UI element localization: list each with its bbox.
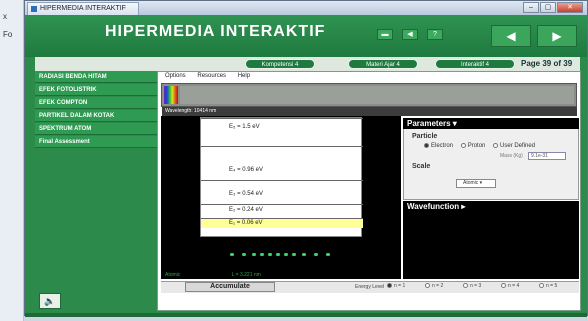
radio-n5[interactable]: n = 5 [539,283,557,289]
parameters-header[interactable]: Parameters ▾ [403,118,579,129]
window-title: HIPERMEDIA INTERAKTIF [40,5,126,12]
scale-select[interactable]: Atomic ▾ [456,179,496,188]
radio-n3[interactable]: n = 3 [463,283,481,289]
menu-help[interactable]: Help [238,73,250,79]
spectrum-track[interactable] [180,86,574,104]
window-titlebar: HIPERMEDIA INTERAKTIF – ▢ ✕ [25,1,587,15]
energy-level-3[interactable]: E₃ = 0.54 eV [201,180,363,204]
energy-level-2[interactable]: E₂ = 0.24 eV [201,204,363,218]
prev-page-button[interactable]: ◀ [491,25,531,47]
particle-label: Particle [412,133,438,140]
desktop-label: x [3,12,7,21]
wavelength-readout: Wavelength: 10414 nm [162,107,577,116]
app-title: HIPERMEDIA INTERAKTIF [105,23,326,40]
sidebar-item-final-assessment[interactable]: Final Assessment [35,136,157,148]
energy-level-label: E₅ = 1.5 eV [229,124,260,130]
header-back-button[interactable]: ◀ [402,29,418,40]
desktop-left-strip: x Fo [0,0,24,321]
desktop-label: Fo [3,30,13,39]
energy-level-label: E₃ = 0.54 eV [229,191,263,197]
energy-level-5[interactable]: E₅ = 1.5 eV [201,118,363,146]
interaktif-button[interactable]: Interaktif 4 [435,59,515,69]
sidebar-item-partikel-dalam-kotak[interactable]: PARTIKEL DALAM KOTAK [35,110,157,122]
app-icon [31,6,37,12]
app-window: HIPERMEDIA INTERAKTIF – ▢ ✕ HIPERMEDIA I… [24,0,588,317]
radio-n4[interactable]: n = 4 [501,283,519,289]
window-controls: – ▢ ✕ [523,2,583,14]
kompetensi-button[interactable]: Kompetensi 4 [245,59,315,69]
scale-readout: Atomic [165,272,181,278]
spectrum-slider[interactable] [161,83,577,107]
radio-user-defined[interactable]: User Defined [493,143,535,149]
accumulate-button[interactable]: Accumulate [185,282,275,292]
window-bottom-border [25,313,587,317]
radio-proton[interactable]: Proton [460,143,485,149]
energy-level-label: E₂ = 0.24 eV [229,207,263,213]
sim-statusbar: Atomic L = 3.221 nm [161,271,401,279]
mass-input[interactable]: 9.1e-31 [528,152,566,160]
energy-level-label: E₄ = 0.96 eV [229,167,263,173]
scale-label: Scale [412,163,431,170]
mass-label: Mass (Kg) [500,153,523,159]
speaker-icon[interactable]: 🔈 [39,293,61,309]
page-indicator: Page 39 of 39 [521,59,573,68]
length-readout: L = 3.221 nm [231,272,261,278]
emission-spots [230,253,330,257]
minimize-button[interactable]: – [523,2,539,13]
close-button[interactable]: ✕ [557,2,583,13]
particle-options: Electron Proton User Defined [424,143,535,149]
spectrum-color-bar [164,86,178,104]
energy-level-4[interactable]: E₄ = 0.96 eV [201,146,363,180]
sidebar-item-radiasi-benda-hitam[interactable]: RADIASI BENDA HITAM [35,71,157,83]
energy-level-label: Energy Level [355,284,385,290]
menu-resources[interactable]: Resources [197,73,226,79]
wavefunction-header[interactable]: Wavefunction ▸ [403,201,579,212]
sidebar-item-spektrum-atom[interactable]: SPEKTRUM ATOM [35,123,157,135]
wavefunction-panel [403,212,579,279]
parameters-panel: Particle Electron Proton User Defined Ma… [403,118,579,200]
materi-ajar-button[interactable]: Materi Ajar 4 [348,59,418,69]
sim-menubar: Options Resources Help [165,73,260,79]
energy-level-column: E₅ = 1.5 eV E₄ = 0.96 eV E₃ = 0.54 eV E₂… [200,117,363,237]
radio-n1[interactable]: n = 1 [387,283,405,289]
maximize-button[interactable]: ▢ [540,2,556,13]
radio-electron[interactable]: Electron [424,143,453,149]
window-title-tab[interactable]: HIPERMEDIA INTERAKTIF [27,2,139,15]
sidebar: RADIASI BENDA HITAM EFEK FOTOLISTRIK EFE… [35,71,157,311]
header-minimize-button[interactable]: ▬ [377,29,393,40]
sidebar-item-efek-compton[interactable]: EFEK COMPTON [35,97,157,109]
sidebar-item-efek-fotolistrik[interactable]: EFEK FOTOLISTRIK [35,84,157,96]
energy-level-1[interactable]: E₁ = 0.06 eV [201,218,363,228]
help-button[interactable]: ? [427,29,443,40]
radio-n2[interactable]: n = 2 [425,283,443,289]
energy-level-label: E₁ = 0.06 eV [229,220,263,226]
menu-options[interactable]: Options [165,73,186,79]
next-page-button[interactable]: ▶ [537,25,577,47]
